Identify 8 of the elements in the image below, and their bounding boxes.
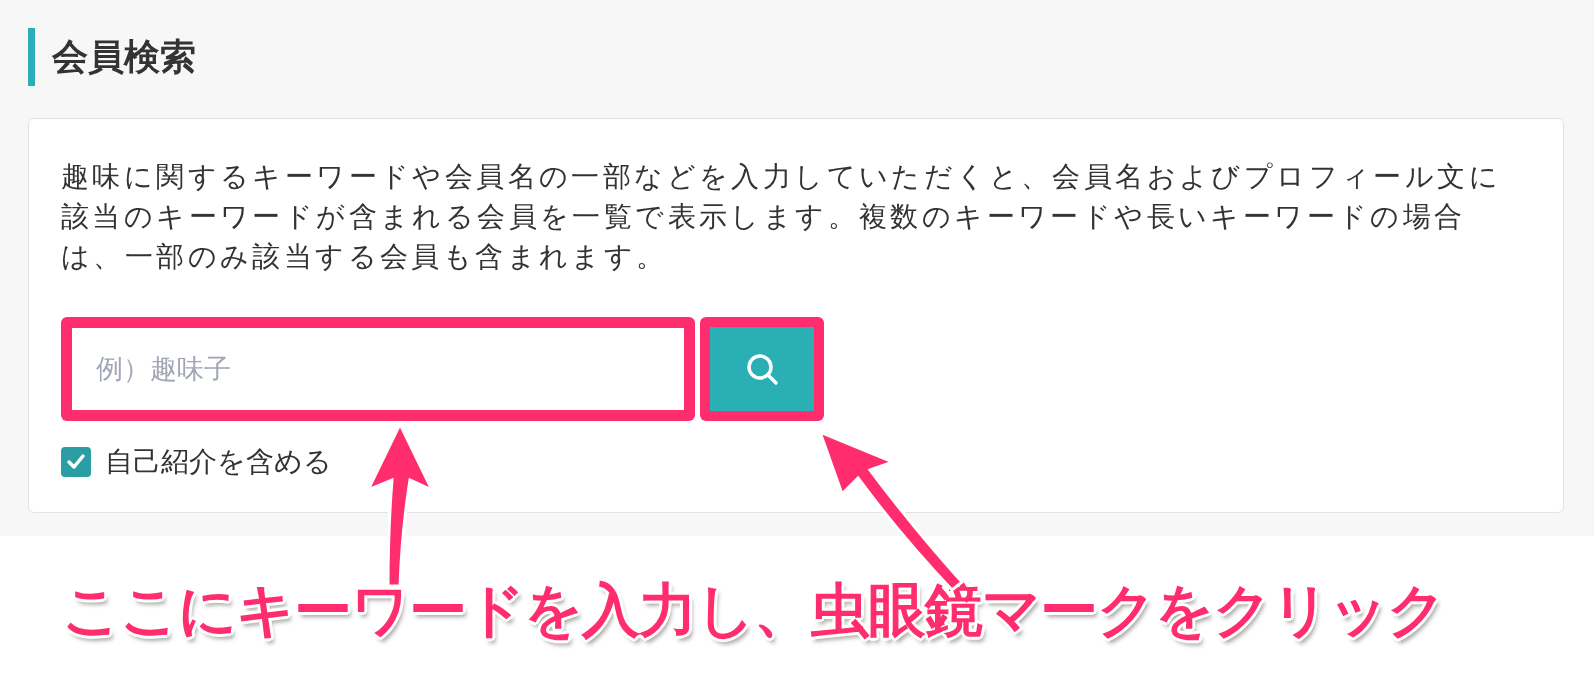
annotation-caption: ここにキーワードを入力し、虫眼鏡マークをクリック [62,576,1445,644]
description-text: 趣味に関するキーワードや会員名の一部などを入力していただくと、会員名およびプロフィール文に該当のキーワードが含まれる会員を一覧で表示します。複数のキーワードや長いキーワードの場合は、一部のみ該当する会員も含まれます。 [61,159,1502,275]
section-title: 会員検索 [28,28,1564,86]
search-button[interactable] [710,327,814,411]
search-icon [745,352,779,386]
checkbox[interactable] [61,447,91,477]
checkbox-label: 自己紹介を含める [105,444,332,480]
search-field[interactable]: 例）趣味子 [72,328,684,410]
